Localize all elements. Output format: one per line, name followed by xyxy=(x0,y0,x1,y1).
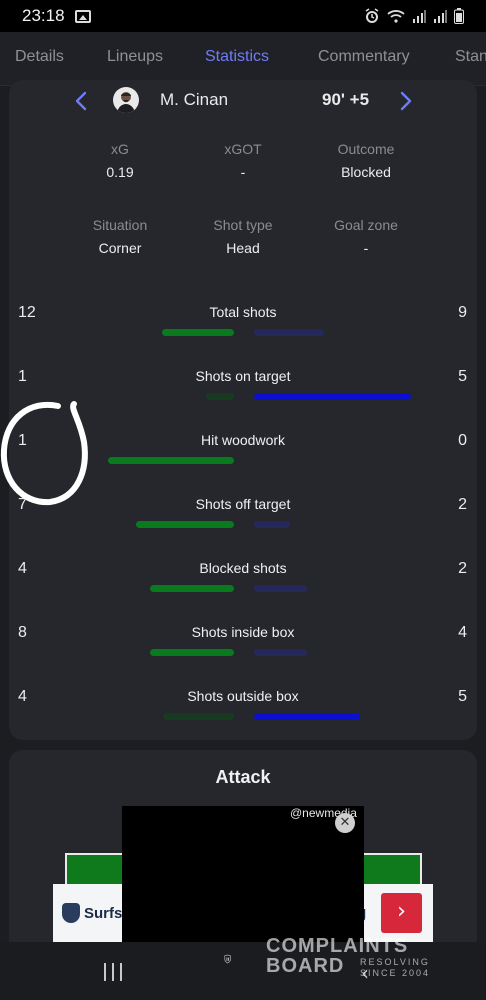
stat-label: Shots off target xyxy=(195,496,291,512)
xgot-label: xGOT xyxy=(224,141,262,157)
ad-brand: Surfsł xyxy=(84,905,127,922)
stat-away-bar xyxy=(254,329,324,336)
player-avatar xyxy=(113,87,139,113)
situation-label: Situation xyxy=(92,217,148,233)
player-photo xyxy=(117,92,135,113)
stat-away-value: 4 xyxy=(458,624,467,641)
status-icons xyxy=(364,8,464,24)
watermark-tagline: RESOLVING SINCE 2004 xyxy=(360,957,430,979)
stat-away-bar xyxy=(254,521,290,528)
gallery-icon xyxy=(74,9,91,23)
xg-value: 0.19 xyxy=(106,164,134,180)
shot-type-value: Head xyxy=(226,240,260,256)
stat-row: 7 Shots off target 2 xyxy=(0,496,486,546)
stat-away-value: 2 xyxy=(458,560,467,577)
watermark-line-2: BOARD xyxy=(266,955,345,977)
stat-label: Shots inside box xyxy=(191,624,295,640)
stat-home-bar xyxy=(163,713,234,720)
close-icon[interactable]: ✕ xyxy=(335,813,355,833)
stat-away-value: 5 xyxy=(458,368,467,385)
stat-label: Total shots xyxy=(209,304,277,320)
signal-2-icon xyxy=(434,10,447,23)
watermark-logo-icon xyxy=(224,954,231,964)
stat-row: 12 Total shots 9 xyxy=(0,304,486,354)
stat-home-bar xyxy=(206,393,234,400)
ad-cta-button[interactable]: › xyxy=(381,893,422,933)
stat-label: Shots outside box xyxy=(187,688,299,704)
stat-home-bar xyxy=(108,457,234,464)
stat-label: Hit woodwork xyxy=(200,432,286,448)
stat-row: 8 Shots inside box 4 xyxy=(0,624,486,674)
status-bar: 23:18 xyxy=(0,0,486,32)
tab-details[interactable]: Details xyxy=(15,48,64,66)
stat-home-bar xyxy=(162,329,234,336)
wifi-icon xyxy=(387,10,405,23)
player-name: M. Cinan xyxy=(160,90,229,109)
signal-icon xyxy=(413,10,426,23)
alarm-icon xyxy=(365,8,379,23)
shot-type-label: Shot type xyxy=(213,217,273,233)
attack-title: Attack xyxy=(215,767,271,787)
tab-statistics[interactable]: Statistics xyxy=(205,48,269,66)
stat-home-bar xyxy=(150,649,234,656)
tab-lineups[interactable]: Lineups xyxy=(107,48,163,66)
goal-zone-value: - xyxy=(363,240,369,256)
ad-logo-icon xyxy=(62,903,80,923)
xg-label: xG xyxy=(111,141,129,157)
stat-away-value: 0 xyxy=(458,432,467,449)
stat-label: Blocked shots xyxy=(199,560,287,576)
stat-row: 4 Blocked shots 2 xyxy=(0,560,486,610)
stat-home-bar xyxy=(150,585,234,592)
situation-value: Corner xyxy=(98,240,142,256)
stat-away-bar xyxy=(254,649,307,656)
goal-zone-label: Goal zone xyxy=(334,217,398,233)
watermark-tagline-2: SINCE 2004 xyxy=(360,968,431,978)
status-time: 23:18 xyxy=(22,6,65,25)
outcome-label: Outcome xyxy=(337,141,395,157)
outcome-value: Blocked xyxy=(341,164,391,180)
stat-home-bar xyxy=(136,521,234,528)
watermark-tagline-1: RESOLVING xyxy=(360,957,430,967)
stat-away-bar xyxy=(254,713,360,720)
chevron-right-icon[interactable] xyxy=(394,90,416,112)
stat-row: 1 Hit woodwork 0 xyxy=(0,432,486,482)
stat-row: 1 Shots on target 5 xyxy=(0,368,486,418)
tab-standings[interactable]: Stan xyxy=(455,48,486,66)
stat-away-value: 2 xyxy=(458,496,467,513)
stat-away-bar xyxy=(254,393,411,400)
stat-away-bar xyxy=(254,585,307,592)
xgot-value: - xyxy=(240,164,246,180)
chevron-left-icon[interactable] xyxy=(71,90,93,112)
tab-commentary[interactable]: Commentary xyxy=(318,48,410,66)
stat-row: 4 Shots outside box 5 xyxy=(0,688,486,738)
stat-away-value: 5 xyxy=(458,688,467,705)
stat-label: Shots on target xyxy=(195,368,291,384)
video-ad-overlay[interactable] xyxy=(122,806,364,942)
battery-icon xyxy=(454,8,464,24)
stat-away-value: 9 xyxy=(458,304,467,321)
recents-icon[interactable] xyxy=(104,963,124,981)
shot-time: 90' +5 xyxy=(322,90,370,109)
tab-bar: Details Lineups Statistics Commentary St… xyxy=(0,32,486,86)
